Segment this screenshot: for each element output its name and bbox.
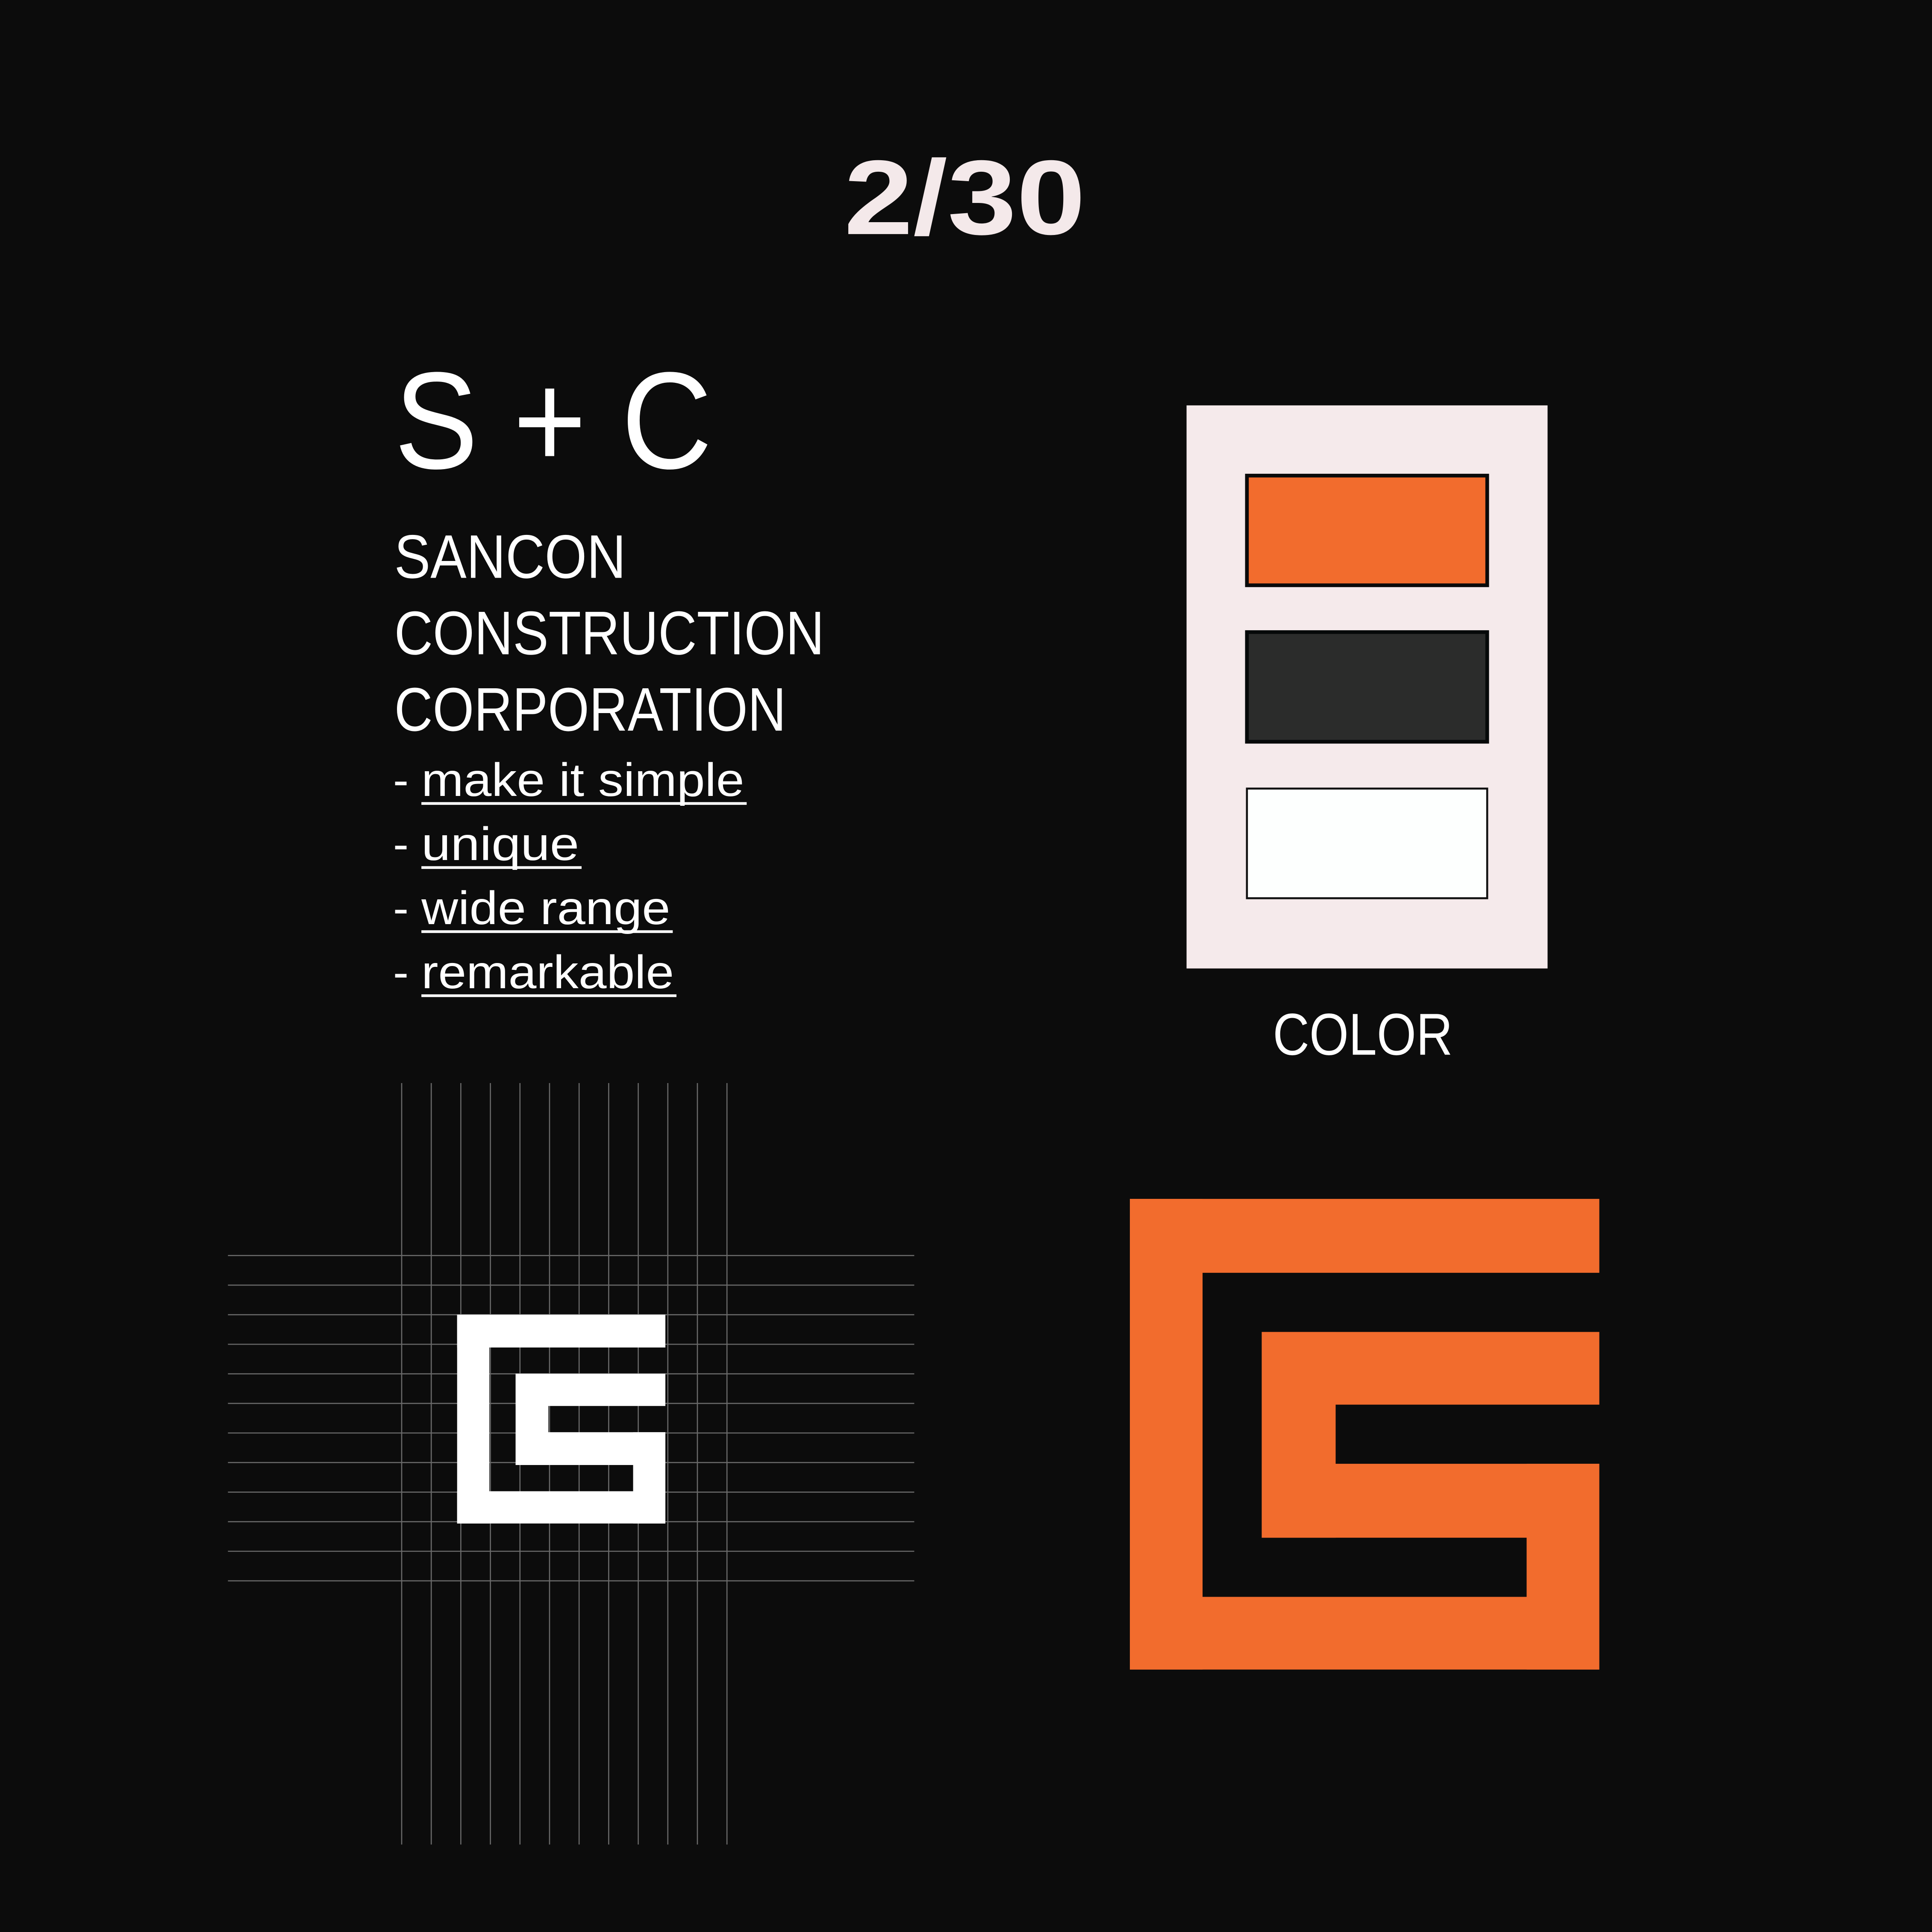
color-palette	[1186, 405, 1548, 969]
background	[0, 0, 1932, 1932]
value-item: make it simple	[421, 754, 744, 806]
swatch-white	[1246, 787, 1488, 899]
value-dash: -	[393, 882, 409, 934]
value-underline	[421, 866, 582, 869]
swatch-orange	[1245, 473, 1489, 587]
slide: 2/30 S + C SANCON CONSTRUCTION CORPORATI…	[0, 0, 1932, 1932]
swatch-dark-gray	[1245, 630, 1489, 744]
value-dash: -	[393, 946, 409, 998]
value-dash: -	[393, 818, 409, 870]
value-item: wide range	[421, 882, 670, 934]
value-underline	[421, 994, 676, 997]
brand-name-line-1: SANCON	[394, 522, 626, 591]
monogram: S + C	[394, 344, 712, 498]
brand-name-line-2: CONSTRUCTION	[394, 598, 824, 667]
value-underline	[421, 802, 747, 805]
brand-name-line-3: CORPORATION	[394, 675, 786, 744]
page-number: 2/30	[844, 138, 1085, 257]
value-item: unique	[421, 818, 579, 870]
value-dash: -	[393, 754, 409, 806]
value-item: remarkable	[421, 946, 674, 998]
value-underline	[421, 930, 673, 933]
palette-label: COLOR	[1273, 1002, 1453, 1068]
